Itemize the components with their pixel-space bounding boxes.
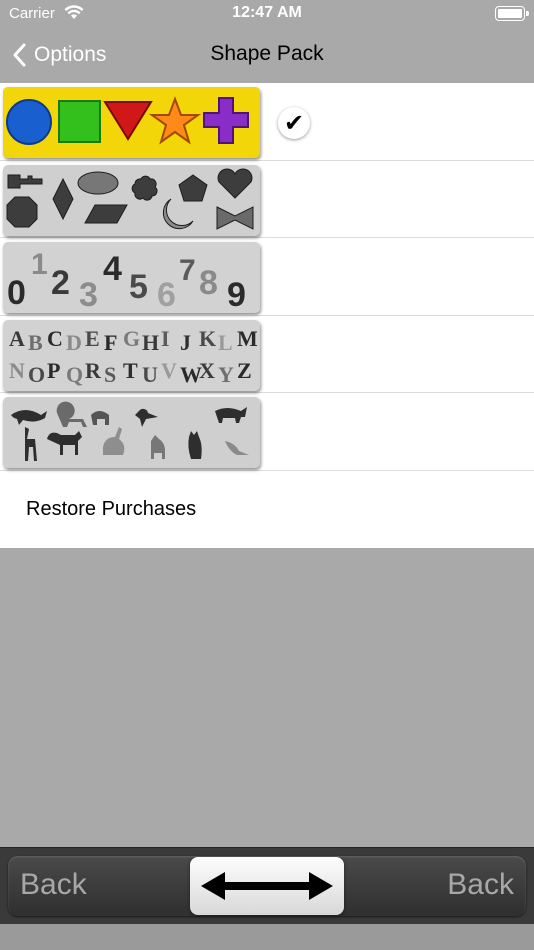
navigation-bar: Options Shape Pack (0, 30, 534, 82)
letter-char-m: M (237, 326, 258, 351)
letter-char-x: X (199, 358, 215, 383)
animals-thumbnail (3, 397, 260, 468)
letter-char-u: U (142, 362, 158, 387)
shape-pack-list: ✔ 0 1 2 3 4 5 6 7 8 9 A B C D E F G H I … (0, 83, 534, 548)
letter-char-z: Z (237, 358, 252, 383)
number-char-0: 0 (7, 274, 26, 312)
number-char-4: 4 (103, 250, 122, 288)
number-char-9: 9 (227, 276, 246, 313)
letter-char-s: S (104, 362, 116, 387)
letter-char-q: Q (66, 362, 83, 387)
number-char-7: 7 (179, 254, 196, 287)
letter-char-p: P (47, 358, 60, 383)
square-shape-icon (58, 100, 101, 143)
restore-purchases-button[interactable]: Restore Purchases (0, 471, 534, 548)
bottom-strip (0, 924, 534, 950)
pack-row-more-shapes[interactable] (0, 161, 534, 238)
letter-char-y: Y (218, 362, 234, 387)
letter-char-n: N (9, 358, 25, 383)
number-char-3: 3 (79, 276, 98, 313)
letter-char-g: G (123, 326, 140, 351)
pack-row-letters[interactable]: ABCDEFGHIJKLM NOPQRSTUVWXYZ (0, 316, 534, 393)
number-char-6: 6 (157, 276, 176, 313)
numbers-thumbnail: 0 1 2 3 4 5 6 7 8 9 (3, 242, 260, 313)
letter-char-f: F (104, 330, 117, 355)
pack-row-animals[interactable] (0, 393, 534, 471)
bottom-toolbar: Back Back (0, 847, 534, 924)
pack-row-numbers[interactable]: 0 1 2 3 4 5 6 7 8 9 (0, 238, 534, 316)
letter-char-o: O (28, 362, 45, 387)
letter-char-k: K (199, 326, 216, 351)
number-char-1: 1 (31, 248, 48, 281)
letter-char-h: H (142, 330, 159, 355)
back-right-button[interactable]: Back (447, 868, 514, 902)
letter-char-i: I (161, 326, 170, 351)
back-left-button[interactable]: Back (20, 868, 87, 902)
letter-char-r: R (85, 358, 102, 383)
battery-icon (495, 6, 529, 21)
letter-char-a: A (9, 326, 25, 351)
number-char-8: 8 (199, 264, 218, 302)
letter-char-b: B (28, 330, 43, 355)
letter-char-v: V (161, 358, 177, 383)
letter-char-e: E (85, 326, 100, 351)
clock: 12:47 AM (232, 4, 302, 21)
letter-char-t: T (123, 358, 138, 383)
selected-check-icon: ✔ (278, 107, 310, 139)
oval-icon (77, 171, 119, 194)
circle-shape-icon (6, 99, 52, 145)
basic-shapes-thumbnail (3, 87, 260, 158)
swap-arrows-button[interactable] (190, 857, 344, 915)
letter-char-j: J (180, 330, 191, 355)
page-title: Shape Pack (210, 42, 324, 65)
octagon-icon (6, 196, 38, 227)
double-arrow-icon (201, 872, 333, 900)
status-bar: Carrier 12:47 AM (0, 0, 534, 30)
letter-char-l: L (218, 330, 233, 355)
pack-row-basic-shapes[interactable]: ✔ (0, 83, 534, 161)
letter-char-d: D (66, 330, 82, 355)
number-char-2: 2 (51, 264, 70, 302)
letters-thumbnail: ABCDEFGHIJKLM NOPQRSTUVWXYZ (3, 319, 260, 391)
number-char-5: 5 (129, 268, 148, 306)
letter-char-c: C (47, 326, 63, 351)
more-shapes-thumbnail (3, 164, 260, 236)
